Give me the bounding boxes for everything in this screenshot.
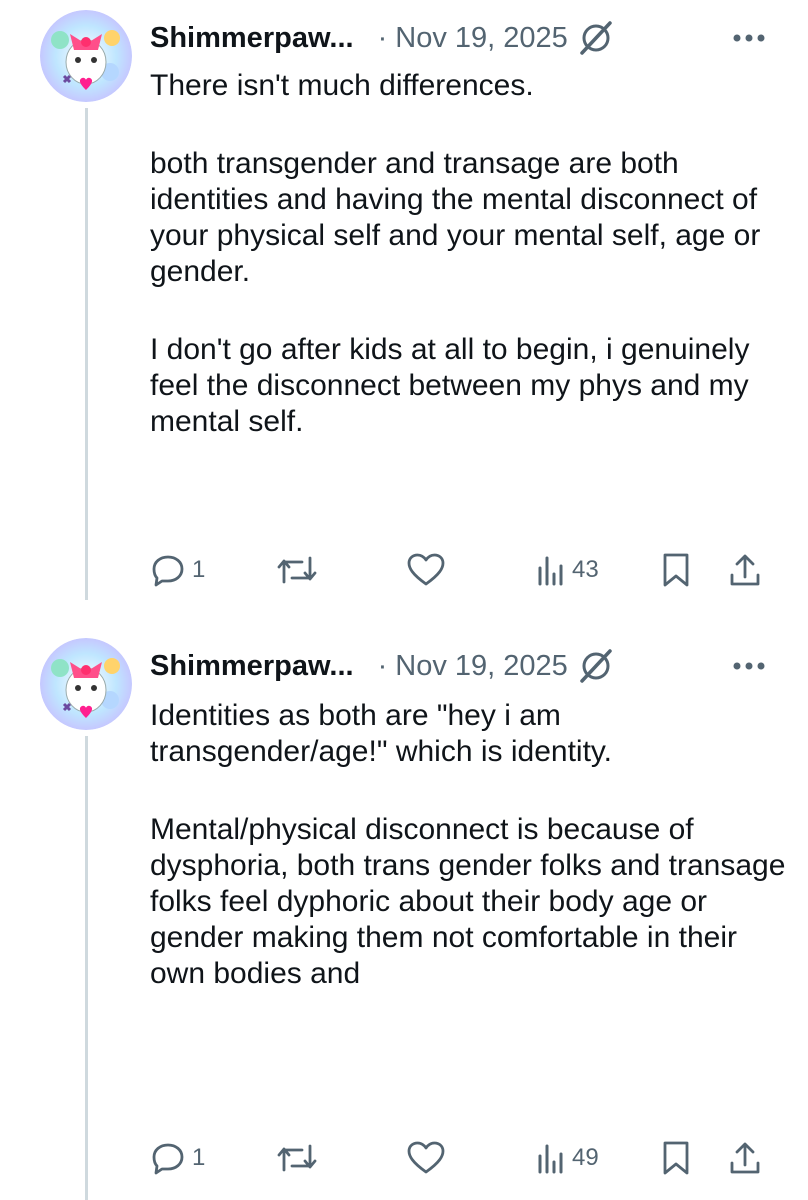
share-button[interactable] [728,550,762,590]
author-name[interactable]: Shimmerpaw... [150,22,354,55]
post-paragraph: Mental/physical disconnect is because of… [150,813,794,990]
post-paragraph: I don't go after kids at all to begin, i… [150,333,758,438]
heart-icon [406,1140,446,1176]
repost-icon [276,1140,318,1176]
reply-count: 1 [192,1144,206,1171]
views-button[interactable]: 43 [536,550,599,590]
grok-icon[interactable] [576,20,616,56]
more-icon[interactable] [724,18,774,58]
like-button[interactable] [406,550,446,590]
heart-icon [406,552,446,588]
views-icon [536,1140,566,1176]
repost-button[interactable] [276,1138,318,1178]
bookmark-icon [660,551,692,589]
post-paragraph: There isn't much differences. [150,69,534,102]
post-date[interactable]: Nov 19, 2025 [395,650,568,683]
like-button[interactable] [406,1138,446,1178]
reply-icon [150,552,186,588]
grok-icon[interactable] [576,648,616,684]
views-icon [536,552,566,588]
post-date[interactable]: Nov 19, 2025 [395,22,568,55]
views-count: 43 [572,556,599,583]
post-text: There isn't much differences. both trans… [150,68,790,440]
thread-line [85,736,88,1200]
repost-icon [276,552,318,588]
post-header: Shimmerpaw... · Nov 19, 2025 [150,18,616,58]
post-header: Shimmerpaw... · Nov 19, 2025 [150,646,616,686]
action-bar: 1 49 [150,1138,770,1178]
post-paragraph: Identities as both are "hey i am transge… [150,699,613,768]
author-name[interactable]: Shimmerpaw... [150,650,354,683]
thread-line [85,108,88,600]
avatar[interactable] [40,10,132,102]
post-text: Identities as both are "hey i am transge… [150,698,790,992]
separator: · [377,21,388,54]
views-button[interactable]: 49 [536,1138,599,1178]
separator: · [377,649,388,682]
reply-button[interactable]: 1 [150,1138,205,1178]
bookmark-button[interactable] [660,550,692,590]
action-bar: 1 43 [150,550,770,590]
post-2: Shimmerpaw... · Nov 19, 2025 Identities … [0,628,808,1200]
bookmark-button[interactable] [660,1138,692,1178]
post-paragraph: both transgender and transage are both i… [150,147,769,288]
views-count: 49 [572,1144,599,1171]
reply-icon [150,1140,186,1176]
post-1: Shimmerpaw... · Nov 19, 2025 There isn't… [0,0,808,600]
reply-button[interactable]: 1 [150,550,205,590]
share-icon [728,551,762,589]
more-icon[interactable] [724,646,774,686]
share-button[interactable] [728,1138,762,1178]
avatar[interactable] [40,638,132,730]
repost-button[interactable] [276,550,318,590]
reply-count: 1 [192,556,206,583]
bookmark-icon [660,1139,692,1177]
share-icon [728,1139,762,1177]
